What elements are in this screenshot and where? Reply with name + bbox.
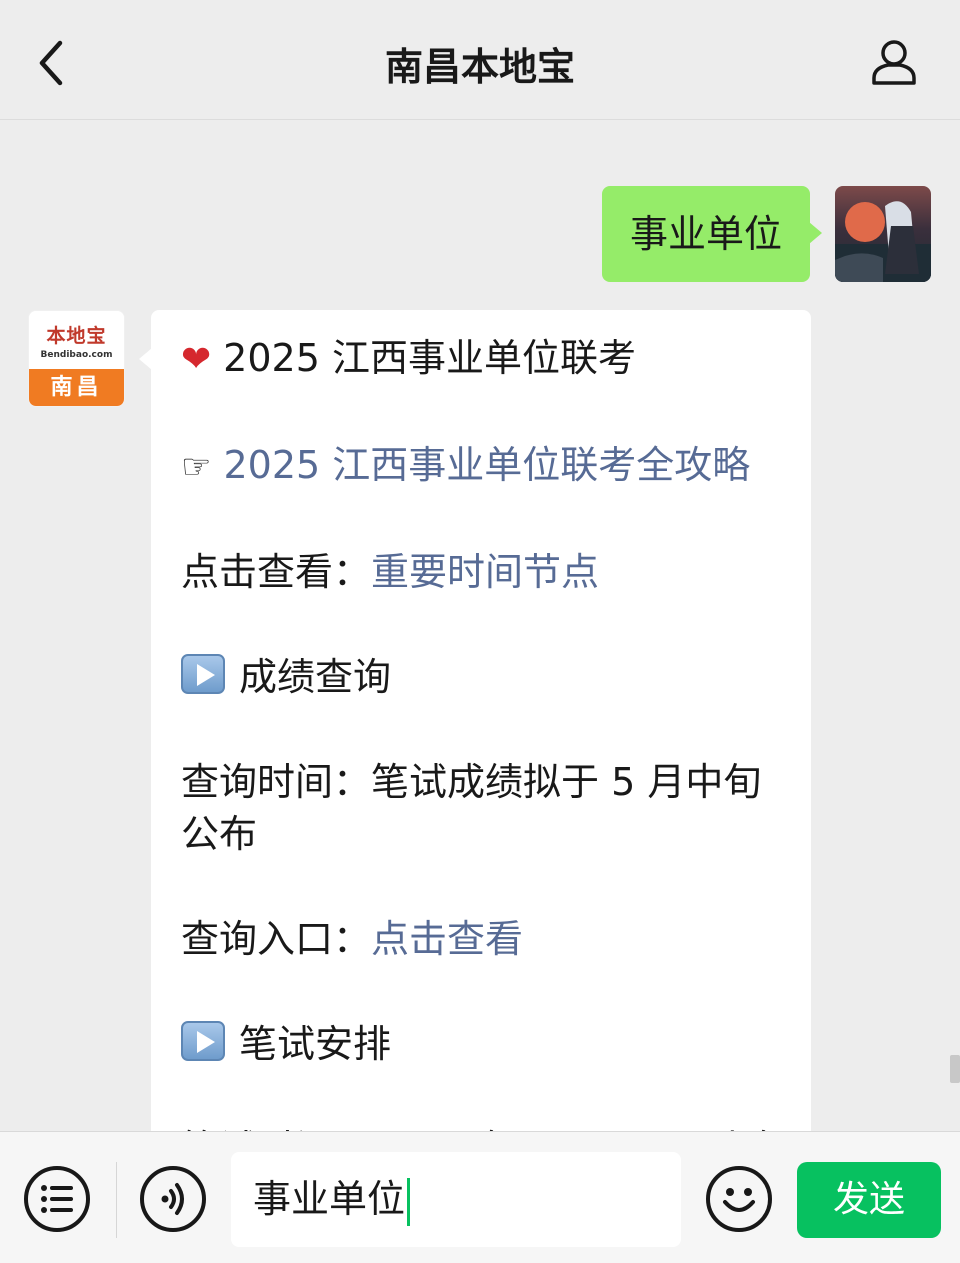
text-caret	[407, 1177, 411, 1226]
heart-icon: ❤	[181, 339, 212, 380]
message-input[interactable]: 事业单位	[231, 1152, 681, 1247]
play-button-icon	[181, 1021, 225, 1061]
scrollbar-thumb[interactable]	[950, 1055, 960, 1083]
message-line-guide: ☞ 2025 江西事业单位联考全攻略	[181, 439, 781, 493]
incoming-message-bubble: ❤ 2025 江西事业单位联考 ☞ 2025 江西事业单位联考全攻略 点击查看：重要…	[139, 310, 811, 1131]
pointing-hand-icon: ☞	[181, 447, 212, 487]
message-line-heading: ❤ 2025 江西事业单位联考	[181, 336, 636, 380]
guide-link[interactable]: 2025 江西事业单位联考全攻略	[223, 443, 750, 487]
send-button[interactable]: 发送	[797, 1162, 941, 1238]
voice-input-button[interactable]	[140, 1166, 206, 1232]
person-icon	[872, 40, 916, 85]
profile-button[interactable]	[868, 38, 920, 88]
user-avatar[interactable]	[835, 186, 931, 282]
smiley-face-icon	[723, 1188, 755, 1212]
bot-brand-url: Bendibao.com	[40, 350, 113, 360]
timeline-link[interactable]: 重要时间节点	[371, 550, 599, 594]
emoji-button[interactable]	[706, 1166, 772, 1232]
divider	[116, 1162, 117, 1238]
section-heading-exam: 笔试安排	[181, 1018, 781, 1070]
message-line-timeline: 点击查看：重要时间节点	[181, 550, 600, 594]
bot-brand-logo: 本地宝	[46, 325, 107, 347]
message-line-exam-time: 笔试时间：2025 年 3 月 29 日上午	[181, 1123, 791, 1131]
chat-title: 南昌本地宝	[384, 45, 575, 89]
bot-city-label: 南昌	[29, 369, 124, 406]
section-heading-score: 成绩查询	[181, 651, 781, 703]
top-nav-bar: 南昌本地宝	[0, 0, 960, 120]
composer-bar: 事业单位 发送	[0, 1131, 960, 1263]
outgoing-message-bubble[interactable]: 事业单位	[601, 186, 823, 282]
avatar-illustration	[835, 201, 931, 282]
message-line-query-entry: 查询入口：点击查看	[181, 917, 524, 961]
query-entry-link[interactable]: 点击查看	[371, 917, 523, 961]
bot-avatar[interactable]: 本地宝 Bendibao.com 南昌	[28, 310, 125, 407]
menu-button[interactable]	[24, 1166, 90, 1232]
voice-icon	[161, 1183, 184, 1215]
chat-area[interactable]: 事业单位 本地宝 Bendibao.com 南昌 ❤ 2025 江西事业单位联考 …	[0, 121, 960, 1131]
play-button-icon	[181, 654, 225, 694]
list-menu-icon	[41, 1185, 73, 1213]
message-line-query-time: 查询时间：笔试成绩拟于 5 月中旬公布	[181, 760, 762, 856]
